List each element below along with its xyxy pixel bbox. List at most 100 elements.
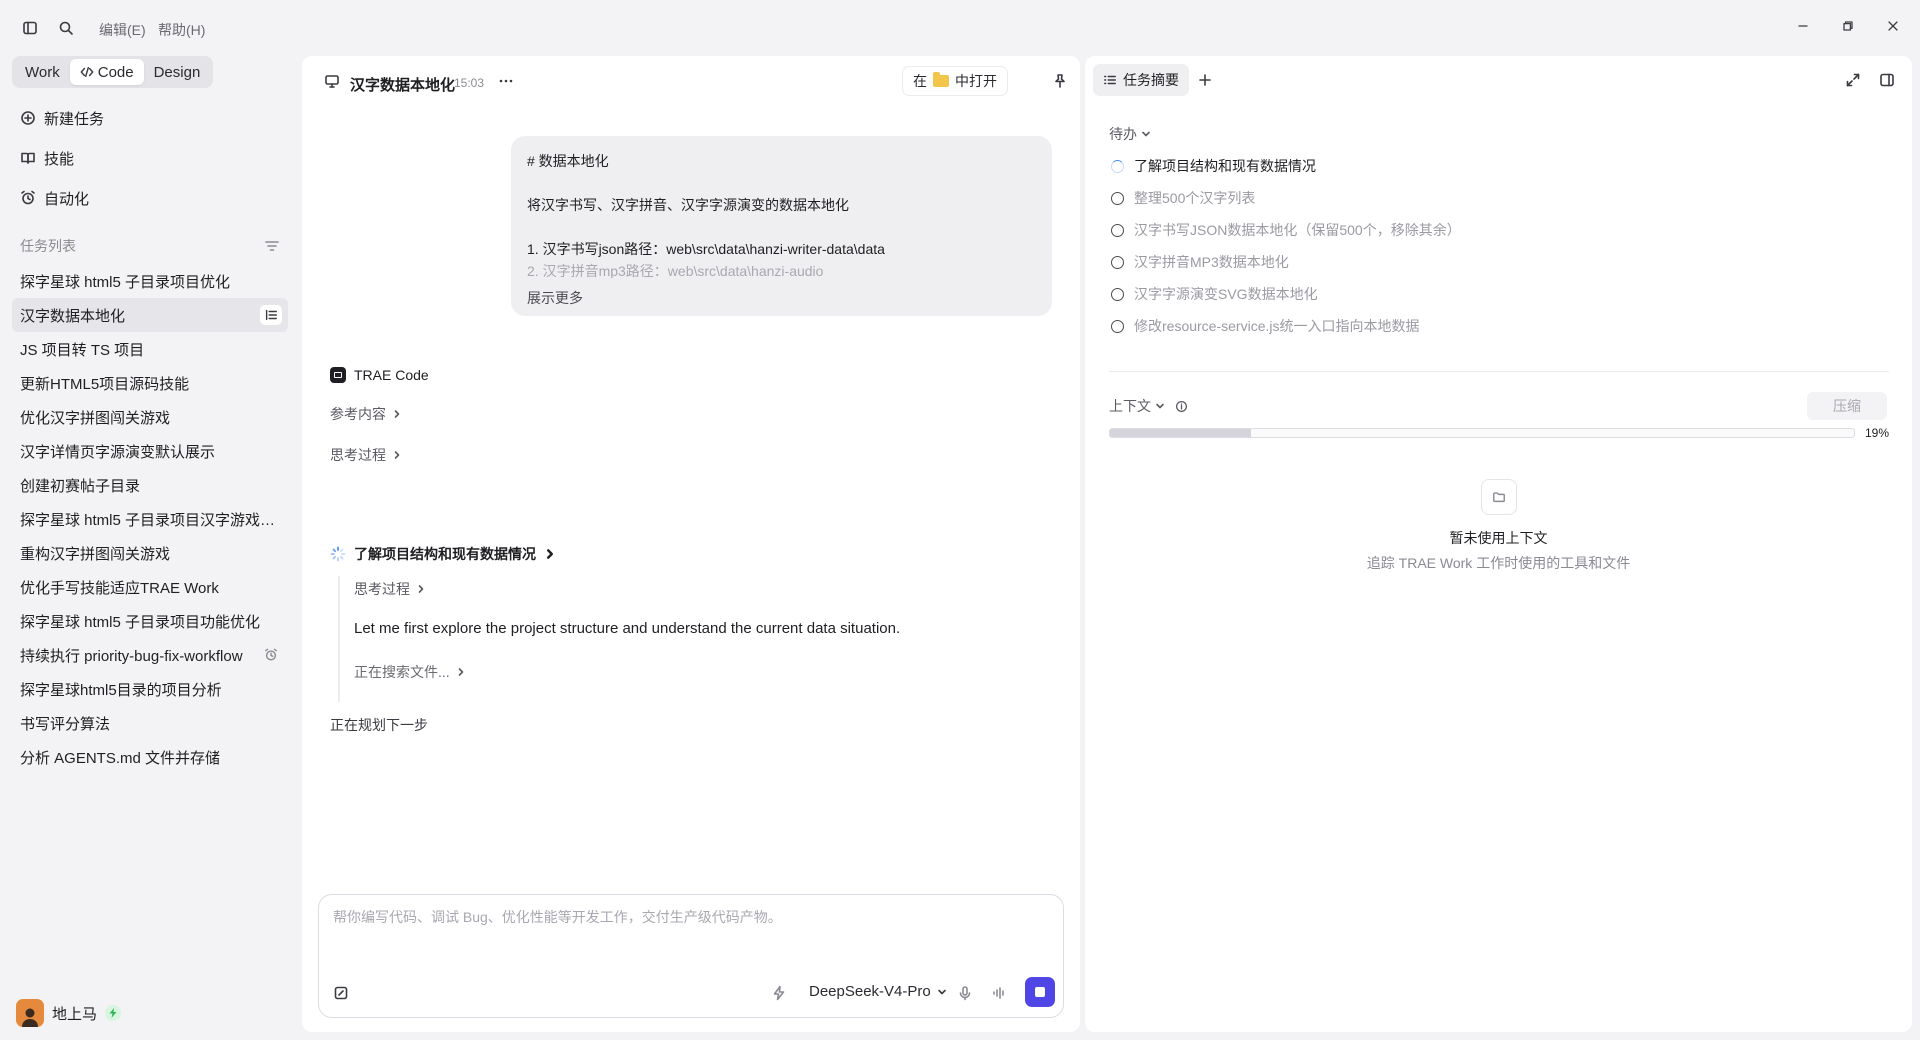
- task-item[interactable]: 更新HTML5项目源码技能: [12, 366, 288, 400]
- close-icon[interactable]: [1885, 18, 1905, 38]
- sidebar: Work Code Design 新建任务 技能 自动化 任务列表 探字星球 h…: [0, 56, 300, 1040]
- todo-item[interactable]: 汉字书写JSON数据本地化（保留500个，移除其余）: [1111, 220, 1461, 240]
- task-item[interactable]: 探字星球 html5 子目录项目功能优化: [12, 604, 288, 638]
- task-item[interactable]: 探字星球 html5 子目录项目优化: [12, 264, 288, 298]
- context-section-label: 上下文: [1109, 398, 1151, 414]
- stop-button[interactable]: [1025, 977, 1055, 1007]
- folder-icon: [933, 72, 949, 87]
- tab-label: 任务摘要: [1123, 72, 1179, 88]
- context-section-toggle[interactable]: 上下文: [1109, 396, 1188, 416]
- step-thinking-toggle[interactable]: 思考过程: [354, 579, 426, 599]
- search-icon[interactable]: [58, 20, 74, 36]
- lightning-icon[interactable]: [771, 985, 787, 1001]
- todo-item[interactable]: 整理500个汉字列表: [1111, 188, 1255, 208]
- chevron-right-icon: [392, 409, 402, 419]
- searching-label: 正在搜索文件...: [354, 664, 450, 680]
- task-label: 书写评分算法: [20, 715, 111, 733]
- sidebar-toggle-icon[interactable]: [22, 20, 38, 36]
- todo-item[interactable]: 汉字拼音MP3数据本地化: [1111, 252, 1289, 272]
- task-item[interactable]: 探字星球 html5 子目录项目汉字游戏-汉字拼图闯关游戏: [12, 502, 288, 536]
- restore-icon[interactable]: [1840, 18, 1860, 38]
- add-tab-icon[interactable]: [1197, 72, 1213, 88]
- task-list-title: 任务列表: [20, 238, 76, 254]
- task-item[interactable]: 持续执行 priority-bug-fix-workflow: [12, 638, 288, 672]
- mode-code[interactable]: Code: [69, 59, 144, 85]
- chevron-down-icon: [937, 987, 947, 997]
- chevron-down-icon: [1155, 401, 1165, 411]
- pin-icon[interactable]: [1052, 73, 1068, 89]
- automation-nav-item[interactable]: 自动化: [20, 186, 89, 210]
- edit-note-icon[interactable]: [333, 985, 349, 1001]
- task-label: 优化手写技能适应TRAE Work: [20, 579, 219, 597]
- task-label: JS 项目转 TS 项目: [20, 341, 145, 359]
- voice-wave-icon[interactable]: [991, 985, 1007, 1001]
- thinking-toggle[interactable]: 思考过程: [330, 445, 402, 465]
- todo-section-toggle[interactable]: 待办: [1109, 124, 1151, 144]
- new-task-button[interactable]: 新建任务: [20, 106, 104, 130]
- prompt-input[interactable]: [333, 909, 1033, 925]
- list-checklist-icon[interactable]: [260, 305, 282, 325]
- task-item[interactable]: 优化汉字拼图闯关游戏: [12, 400, 288, 434]
- expand-icon[interactable]: [1845, 72, 1861, 88]
- spinner-icon: [330, 546, 346, 562]
- task-item[interactable]: 探字星球html5目录的项目分析: [12, 672, 288, 706]
- task-label: 探字星球html5目录的项目分析: [20, 681, 222, 699]
- menu-help[interactable]: 帮助(H): [158, 20, 205, 40]
- task-label: 探字星球 html5 子目录项目功能优化: [20, 613, 261, 631]
- compress-button[interactable]: 压缩: [1807, 392, 1887, 420]
- chevron-right-icon: [544, 548, 556, 560]
- todo-item[interactable]: 修改resource-service.js统一入口指向本地数据: [1111, 316, 1419, 336]
- pending-circle-icon: [1111, 255, 1124, 269]
- panel-toggle-icon[interactable]: [1879, 72, 1895, 88]
- filter-icon[interactable]: [264, 238, 280, 254]
- task-label: 探字星球 html5 子目录项目优化: [20, 273, 231, 291]
- todo-label: 汉字拼音MP3数据本地化: [1134, 254, 1289, 270]
- task-item[interactable]: JS 项目转 TS 项目: [12, 332, 288, 366]
- mode-work[interactable]: Work: [15, 59, 70, 85]
- task-label: 汉字数据本地化: [20, 307, 126, 325]
- task-item[interactable]: 汉字详情页字源演变默认展示: [12, 434, 288, 468]
- user-profile[interactable]: 地上马: [16, 999, 122, 1027]
- chevron-right-icon: [456, 667, 466, 677]
- todo-label: 了解项目结构和现有数据情况: [1134, 158, 1316, 174]
- skills-label: 技能: [44, 150, 75, 168]
- task-label: 更新HTML5项目源码技能: [20, 375, 190, 393]
- task-label: 持续执行 priority-bug-fix-workflow: [20, 647, 243, 665]
- skills-nav-item[interactable]: 技能: [20, 146, 74, 170]
- todo-label: 汉字字源演变SVG数据本地化: [1134, 286, 1318, 302]
- todo-label: 修改resource-service.js统一入口指向本地数据: [1134, 318, 1420, 334]
- todo-item[interactable]: 了解项目结构和现有数据情况: [1111, 156, 1316, 176]
- minimize-icon[interactable]: [1795, 18, 1815, 38]
- step-header[interactable]: 了解项目结构和现有数据情况: [330, 544, 556, 564]
- reference-label: 参考内容: [330, 406, 386, 422]
- context-progress-fill: [1110, 429, 1252, 437]
- trae-logo-icon: [330, 367, 346, 383]
- task-item-active[interactable]: 汉字数据本地化: [12, 298, 288, 332]
- task-item[interactable]: 创建初赛帖子目录: [12, 468, 288, 502]
- task-item[interactable]: 分析 AGENTS.md 文件并存储: [12, 740, 288, 774]
- microphone-icon[interactable]: [957, 985, 973, 1001]
- todo-item[interactable]: 汉字字源演变SVG数据本地化: [1111, 284, 1318, 304]
- chevron-right-icon: [416, 584, 426, 594]
- lightning-badge-icon: [105, 1005, 122, 1021]
- task-item[interactable]: 优化手写技能适应TRAE Work: [12, 570, 288, 604]
- info-icon[interactable]: [1175, 400, 1188, 413]
- show-more-link[interactable]: 展示更多: [527, 288, 583, 308]
- task-label: 创建初赛帖子目录: [20, 477, 141, 495]
- more-icon[interactable]: [498, 73, 514, 89]
- searching-toggle[interactable]: 正在搜索文件...: [354, 662, 466, 682]
- task-label: 汉字详情页字源演变默认展示: [20, 443, 216, 461]
- menu-edit[interactable]: 编辑(E): [99, 20, 146, 40]
- stop-icon: [1035, 987, 1045, 997]
- task-item[interactable]: 书写评分算法: [12, 706, 288, 740]
- mode-design[interactable]: Design: [144, 59, 211, 85]
- open-in-folder-button[interactable]: 在 中打开: [902, 66, 1008, 96]
- pending-circle-icon: [1111, 191, 1124, 205]
- monitor-icon: [324, 73, 340, 89]
- task-item[interactable]: 重构汉字拼图闯关游戏: [12, 536, 288, 570]
- chat-panel: 汉字数据本地化 15:03 在 中打开 # 数据本地化 将汉字书写、汉字拼音、汉…: [302, 56, 1080, 1032]
- model-select[interactable]: DeepSeek-V4-Pro: [809, 983, 947, 1000]
- reference-toggle[interactable]: 参考内容: [330, 404, 402, 424]
- mode-label: Design: [153, 63, 201, 81]
- tab-task-summary[interactable]: 任务摘要: [1093, 64, 1189, 96]
